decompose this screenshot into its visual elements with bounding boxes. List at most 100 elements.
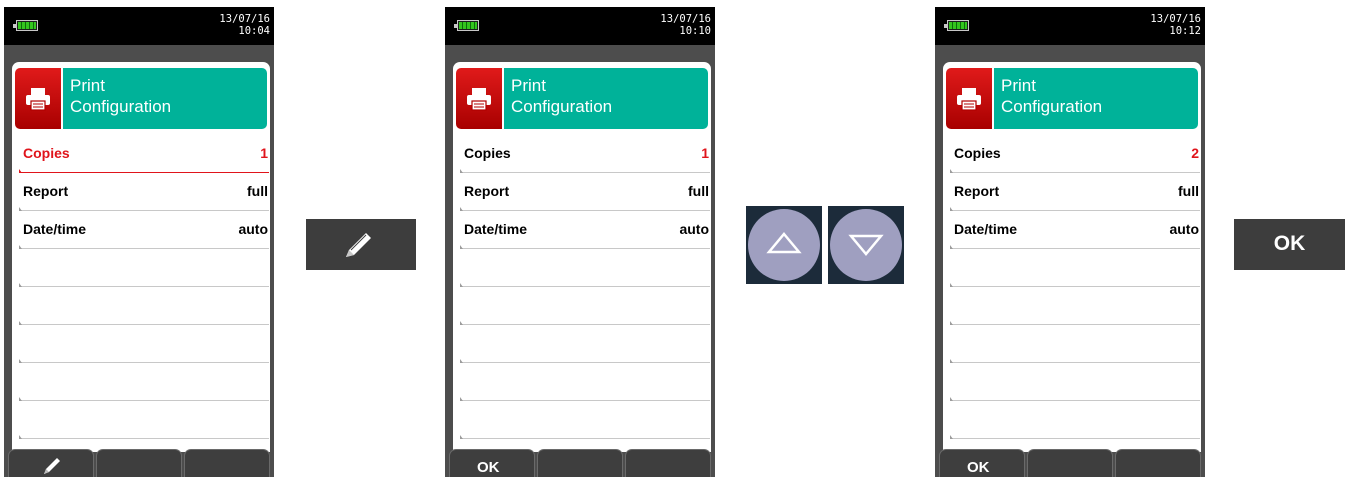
softkey-middle[interactable] <box>537 449 623 477</box>
status-time: 10:12 <box>1169 25 1201 37</box>
row-empty <box>950 249 1200 287</box>
menu-title-line2: Configuration <box>511 97 613 116</box>
row-copies[interactable]: Copies 1 <box>460 135 710 173</box>
row-copies-value: 1 <box>260 145 268 161</box>
row-empty <box>950 287 1200 325</box>
softkey-ok[interactable]: OK <box>449 449 535 477</box>
row-report-label: Report <box>464 183 510 199</box>
status-date: 13/07/16 <box>219 13 270 25</box>
battery-icon <box>13 20 38 31</box>
menu-title: Print Configuration <box>504 68 708 129</box>
status-time: 10:04 <box>238 25 270 37</box>
row-empty <box>460 363 710 401</box>
clock: 13/07/16 10:12 <box>1150 13 1201 37</box>
ok-button-label: OK <box>1273 232 1306 255</box>
row-empty <box>460 287 710 325</box>
status-date: 13/07/16 <box>1150 13 1201 25</box>
device-screen-1: 13/07/16 10:04 Print Configuration Copie… <box>4 7 274 477</box>
pencil-icon <box>44 458 60 474</box>
row-empty <box>950 325 1200 363</box>
status-time: 10:10 <box>679 25 711 37</box>
row-empty <box>19 325 269 363</box>
triangle-down-icon <box>848 234 884 256</box>
row-copies[interactable]: Copies 1 <box>19 135 269 173</box>
row-copies-value: 2 <box>1191 145 1199 161</box>
row-copies-label: Copies <box>464 145 511 161</box>
menu-header: Print Configuration <box>15 68 267 129</box>
device-screen-2: 13/07/16 10:10 Print Configuration Copie… <box>445 7 715 477</box>
row-empty <box>950 363 1200 401</box>
clock: 13/07/16 10:04 <box>219 13 270 37</box>
row-datetime-value: auto <box>1169 221 1199 237</box>
status-bar: 13/07/16 10:12 <box>935 7 1205 45</box>
softkey-bar: OK <box>935 449 1205 477</box>
menu-title-line1: Print <box>70 76 105 95</box>
down-arrow-button[interactable] <box>828 206 904 284</box>
row-report[interactable]: Report full <box>950 173 1200 211</box>
softkey-ok-label: OK <box>477 459 500 476</box>
status-bar: 13/07/16 10:10 <box>445 7 715 45</box>
row-copies-label: Copies <box>954 145 1001 161</box>
row-report-label: Report <box>954 183 1000 199</box>
pencil-icon <box>346 233 371 257</box>
printer-icon <box>15 68 61 129</box>
row-empty <box>950 401 1200 439</box>
softkey-right[interactable] <box>625 449 711 477</box>
softkey-middle[interactable] <box>96 449 182 477</box>
softkey-right[interactable] <box>184 449 270 477</box>
status-bar: 13/07/16 10:04 <box>4 7 274 45</box>
row-empty <box>460 325 710 363</box>
edit-button[interactable] <box>306 219 416 270</box>
row-report-value: full <box>688 183 709 199</box>
status-date: 13/07/16 <box>660 13 711 25</box>
up-arrow-button[interactable] <box>746 206 822 284</box>
menu-title-line2: Configuration <box>70 97 172 116</box>
menu-title-line1: Print <box>511 76 546 95</box>
row-empty <box>19 363 269 401</box>
battery-icon <box>454 20 479 31</box>
row-datetime-label: Date/time <box>954 221 1018 237</box>
softkey-ok[interactable]: OK <box>939 449 1025 477</box>
row-copies-label: Copies <box>23 145 70 161</box>
clock: 13/07/16 10:10 <box>660 13 711 37</box>
row-empty <box>19 249 269 287</box>
row-report[interactable]: Report full <box>19 173 269 211</box>
row-report[interactable]: Report full <box>460 173 710 211</box>
row-datetime-value: auto <box>238 221 268 237</box>
menu-title: Print Configuration <box>994 68 1198 129</box>
softkey-bar <box>4 449 274 477</box>
row-report-value: full <box>1178 183 1199 199</box>
row-empty <box>19 287 269 325</box>
menu-screen: Print Configuration Copies 1 Report full… <box>453 62 711 452</box>
row-report-value: full <box>247 183 268 199</box>
row-datetime[interactable]: Date/time auto <box>460 211 710 249</box>
row-datetime[interactable]: Date/time auto <box>950 211 1200 249</box>
row-copies-value: 1 <box>701 145 709 161</box>
row-datetime-label: Date/time <box>464 221 528 237</box>
menu-header: Print Configuration <box>946 68 1198 129</box>
softkey-middle[interactable] <box>1027 449 1113 477</box>
row-empty <box>460 401 710 439</box>
row-datetime-label: Date/time <box>23 221 87 237</box>
row-datetime[interactable]: Date/time auto <box>19 211 269 249</box>
menu-title-line1: Print <box>1001 76 1036 95</box>
row-empty <box>19 401 269 439</box>
row-report-label: Report <box>23 183 69 199</box>
row-copies[interactable]: Copies 2 <box>950 135 1200 173</box>
menu-screen: Print Configuration Copies 1 Report full… <box>12 62 270 452</box>
menu-screen: Print Configuration Copies 2 Report full… <box>943 62 1201 452</box>
softkey-ok-label: OK <box>967 459 990 476</box>
printer-icon <box>456 68 502 129</box>
softkey-bar: OK <box>445 449 715 477</box>
menu-title: Print Configuration <box>63 68 267 129</box>
ok-button[interactable]: OK <box>1234 219 1345 270</box>
triangle-up-icon <box>766 232 802 254</box>
softkey-right[interactable] <box>1115 449 1201 477</box>
softkey-edit[interactable] <box>8 449 94 477</box>
battery-icon <box>944 20 969 31</box>
device-screen-3: 13/07/16 10:12 Print Configuration Copie… <box>935 7 1205 477</box>
printer-icon <box>946 68 992 129</box>
menu-title-line2: Configuration <box>1001 97 1103 116</box>
row-datetime-value: auto <box>679 221 709 237</box>
row-empty <box>460 249 710 287</box>
